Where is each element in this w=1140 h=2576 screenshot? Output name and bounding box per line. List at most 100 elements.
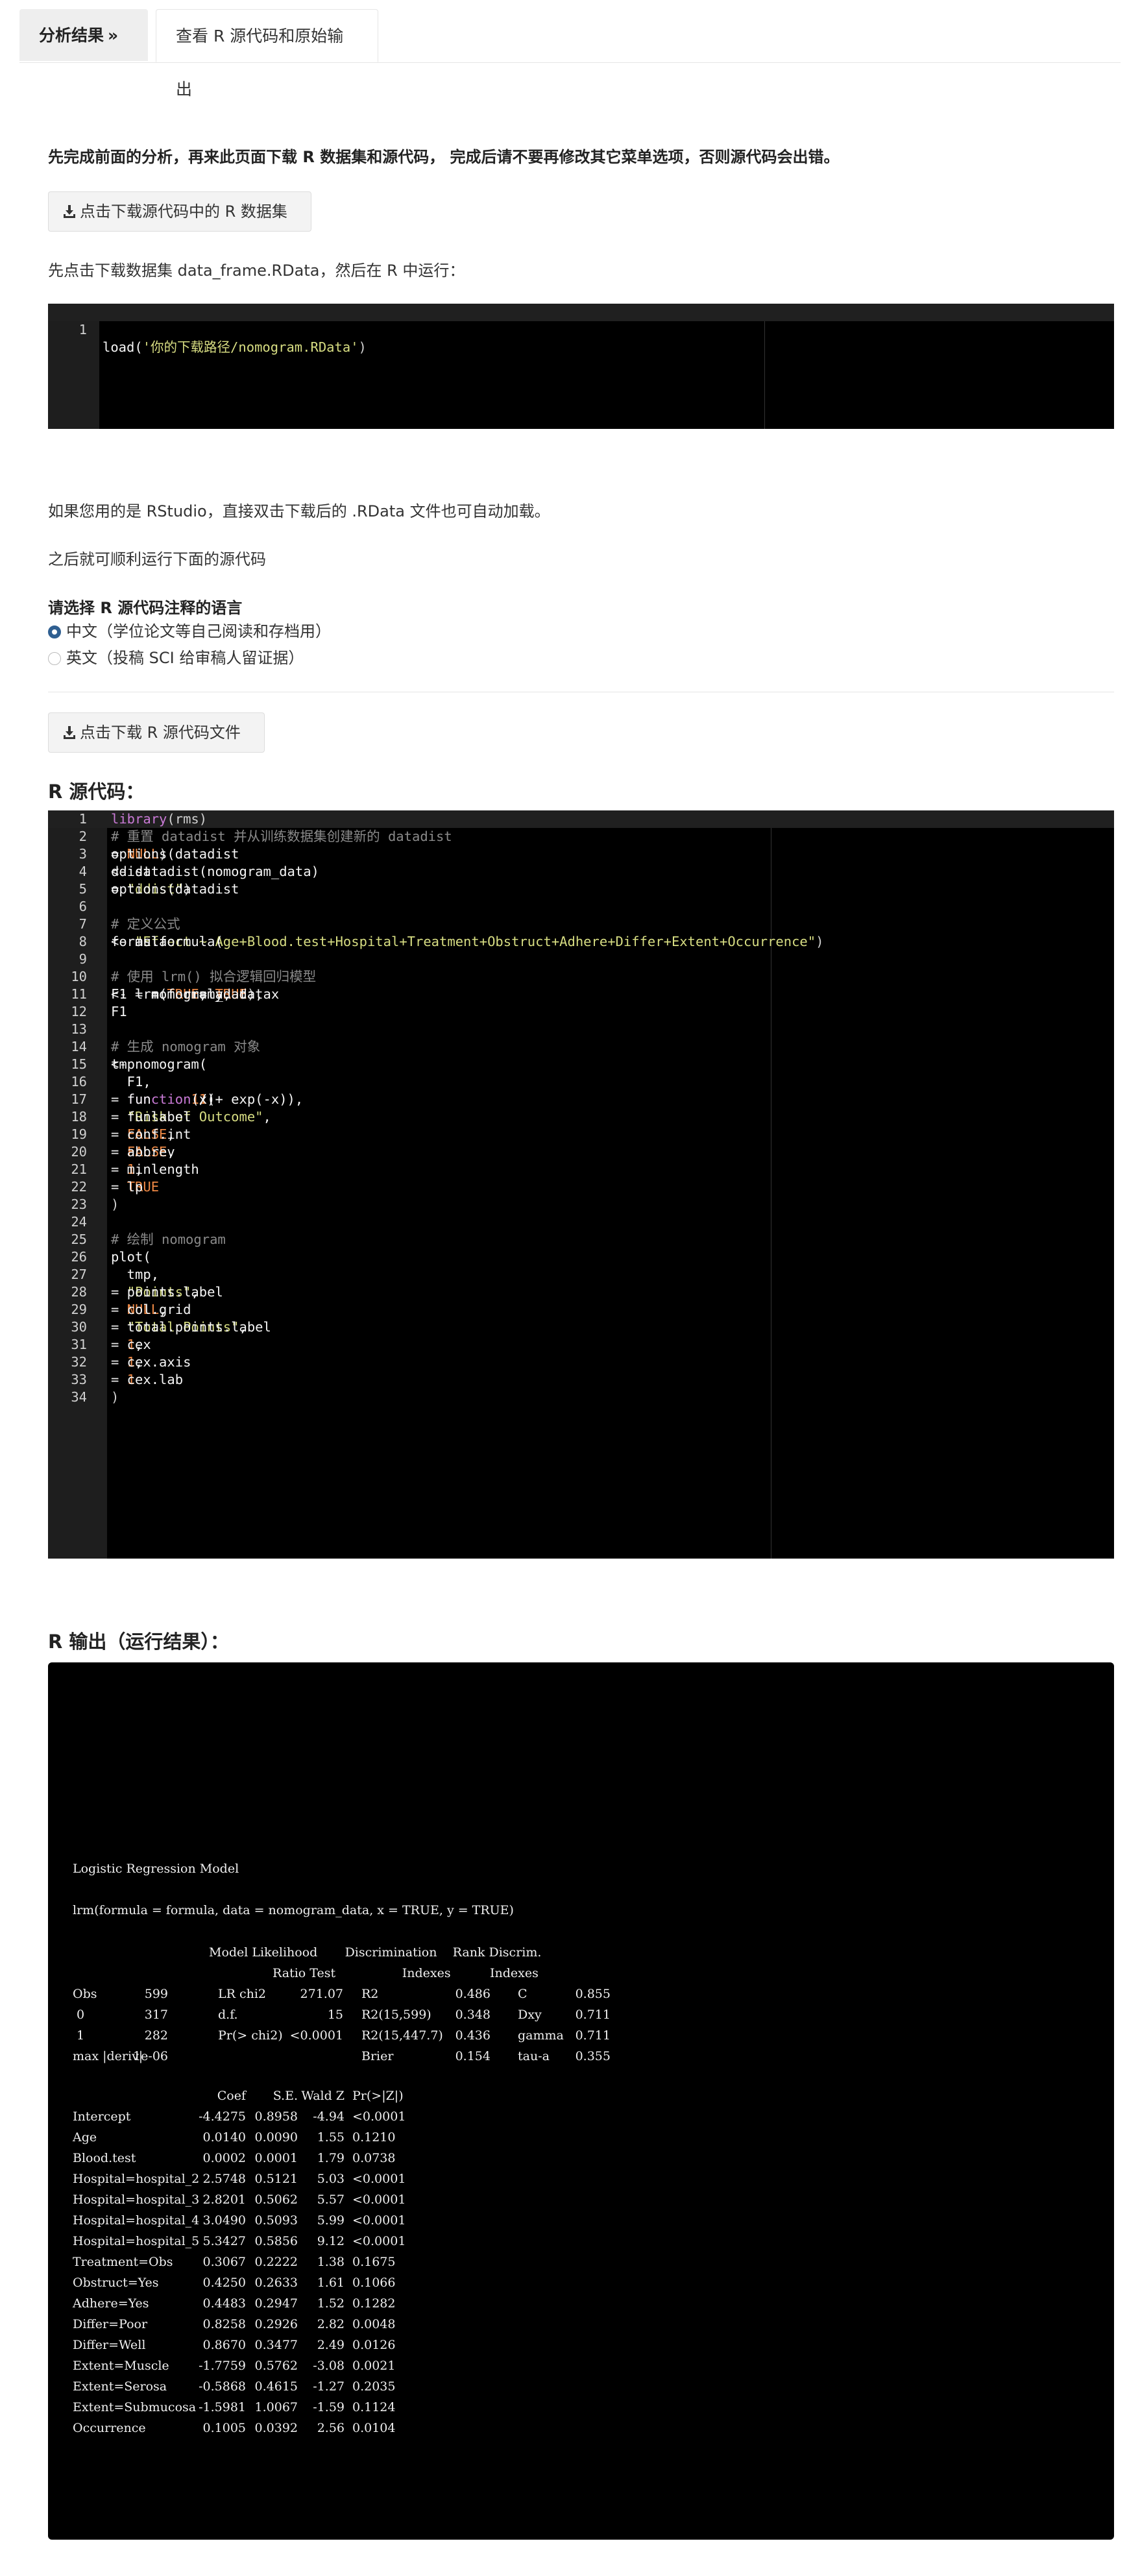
code-line: 7 # 定义公式	[48, 916, 1114, 933]
line-number: 6	[79, 899, 87, 914]
rstudio-note: 如果您用的是 RStudio，直接双击下载后的 .RData 文件也可自动加载。	[48, 502, 550, 520]
code-token: ,	[191, 1284, 199, 1300]
stats-cell: 0.154	[455, 2049, 491, 2063]
code-token: ,	[263, 1109, 271, 1124]
code-text: total.points.label = "Total Points",	[111, 1318, 271, 1336]
coef-cell: 9.12	[317, 2234, 345, 2248]
code-line: 18 funlabel = "Risk of Outcome",	[48, 1108, 1114, 1126]
code-token: F1,	[111, 1074, 151, 1089]
line-number: 32	[71, 1354, 87, 1370]
radio-chinese[interactable]: 中文（学位论文等自己阅读和存档用）	[48, 622, 331, 641]
code-line: 28 points.label = "Points",	[48, 1283, 1114, 1301]
radio-unchecked-icon	[48, 652, 61, 665]
line-number: 18	[71, 1109, 87, 1124]
line-number: 26	[71, 1249, 87, 1265]
code-token: ,	[135, 1354, 143, 1370]
coef-cell: <0.0001	[352, 2193, 406, 2207]
code-text: library(rms)	[111, 810, 207, 828]
code-text: # 使用 lrm() 拟合逻辑回归模型	[111, 968, 316, 986]
coef-cell: 1.79	[317, 2151, 345, 2165]
code-token: total.points.label	[111, 1319, 280, 1335]
download-data-label: 点击下载源代码中的 R 数据集	[80, 202, 287, 221]
coef-cell: 0.1675	[352, 2255, 396, 2269]
code-token: # 使用 lrm() 拟合逻辑回归模型	[111, 969, 317, 984]
code-line: 1 load('你的下载路径/nomogram.RData')	[48, 304, 1114, 355]
tab-bar: 分析结果» 查看 R 源代码和原始输出	[19, 9, 1121, 99]
code-token: tmp,	[111, 1267, 160, 1282]
coef-header-cell: Wald Z	[301, 2089, 345, 2103]
coef-cell: 5.57	[317, 2193, 345, 2207]
download-code-label: 点击下载 R 源代码文件	[80, 723, 241, 742]
load-close-paren: )	[358, 339, 367, 355]
line-number: 1	[79, 811, 87, 827]
code-token: library	[111, 811, 167, 827]
tab-analysis-results-label: 分析结果	[39, 26, 104, 45]
code-text: minlength = 1,	[111, 1161, 199, 1178]
stats-cell: 15	[327, 2008, 343, 2022]
line-number: 19	[71, 1126, 87, 1142]
line-number: 15	[71, 1056, 87, 1072]
radio-chinese-label: 中文（学位论文等自己阅读和存档用）	[66, 622, 331, 640]
line-number: 8	[79, 934, 87, 949]
tab-analysis-results[interactable]: 分析结果»	[19, 9, 148, 61]
language-label: 请选择 R 源代码注释的语言	[48, 599, 243, 617]
source-code-editor[interactable]: 1 library(rms) 2 # 重置 datadist 并从训练数据集创建新的 …	[48, 810, 1114, 1559]
code-text: fun = function (x) 1/(1 + exp(-x)),	[111, 1091, 303, 1108]
download-data-button[interactable]: 点击下载源代码中的 R 数据集	[48, 191, 311, 232]
code-line: 3 options(datadist = NULL)	[48, 845, 1114, 863]
code-token: minlength	[111, 1161, 208, 1177]
line-number: 27	[71, 1267, 87, 1282]
code-text: lp = TRUE	[111, 1178, 159, 1196]
stats-cell: 317	[144, 2008, 168, 2022]
code-line: 25 # 绘制 nomogram	[48, 1231, 1114, 1248]
code-token: lp	[111, 1179, 151, 1195]
coef-cell: 5.99	[317, 2213, 345, 2228]
stats-cell: 271.07	[300, 1987, 343, 2001]
coef-cell: -1.59	[313, 2400, 345, 2414]
code-line: 17 fun = function (x) 1/(1 + exp(-x)),	[48, 1091, 1114, 1108]
coef-cell: Age	[73, 2130, 97, 2145]
line-number: 10	[71, 969, 87, 984]
code-text: cex = 1,	[111, 1336, 151, 1354]
coef-cell: 1.52	[317, 2296, 345, 2311]
line-number: 17	[71, 1091, 87, 1107]
coef-cell: 1.55	[317, 2130, 345, 2145]
code-token: ,	[239, 1319, 247, 1335]
code-token: "Effect ~ Age+Blood.test+Hospital+Treatm…	[135, 934, 816, 949]
stats-cell: <0.0001	[289, 2028, 343, 2043]
code-line: 14 # 生成 nomogram 对象	[48, 1038, 1114, 1056]
code-token: ,	[135, 1161, 143, 1177]
code-text: options(datadist = "ddist")	[111, 881, 239, 898]
load-path-string: '你的下载路径/nomogram.RData'	[142, 339, 359, 355]
coef-cell: <0.0001	[352, 2234, 406, 2248]
then-note: 之后就可顺利运行下面的源代码	[48, 550, 266, 568]
tab-source-code-label: 查看 R 源代码和原始输出	[176, 27, 344, 99]
code-token: # 生成 nomogram 对象	[111, 1039, 261, 1054]
stats-cell: 282	[144, 2028, 168, 2043]
coef-cell: 0.1210	[352, 2130, 396, 2145]
code-line: 34)	[48, 1389, 1114, 1406]
coef-cell: -3.08	[313, 2359, 345, 2373]
code-line: 4 ddist <- datadist(nomogram_data)	[48, 863, 1114, 881]
line-number: 31	[71, 1337, 87, 1352]
code-token: cex.lab	[111, 1372, 191, 1387]
code-line: 32 cex.axis = 1,	[48, 1354, 1114, 1371]
code-text: )	[111, 1389, 119, 1406]
code-text: options(datadist = NULL)	[111, 845, 239, 863]
tab-source-code[interactable]: 查看 R 源代码和原始输出	[156, 9, 378, 99]
radio-english[interactable]: 英文（投稿 SCI 给审稿人留证据）	[48, 648, 304, 668]
source-code-heading: R 源代码：	[48, 781, 145, 803]
line-number: 16	[71, 1074, 87, 1089]
code-token: options(datadist	[111, 881, 247, 897]
output-heading: R 输出（运行结果）：	[48, 1631, 229, 1653]
load-code-editor[interactable]: 1 load('你的下载路径/nomogram.RData')	[48, 304, 1114, 429]
download-code-button[interactable]: 点击下载 R 源代码文件	[48, 712, 265, 753]
coef-cell: 2.49	[317, 2338, 345, 2352]
line-number: 2	[79, 829, 87, 844]
coef-cell: 5.03	[317, 2172, 345, 2186]
line-number: 28	[71, 1284, 87, 1300]
load-instruction: 先点击下载数据集 data_frame.RData，然后在 R 中运行：	[48, 261, 465, 280]
code-text: # 绘制 nomogram	[111, 1231, 226, 1248]
line-number: 7	[79, 916, 87, 932]
stats-cell: 1e-06	[133, 2049, 168, 2063]
